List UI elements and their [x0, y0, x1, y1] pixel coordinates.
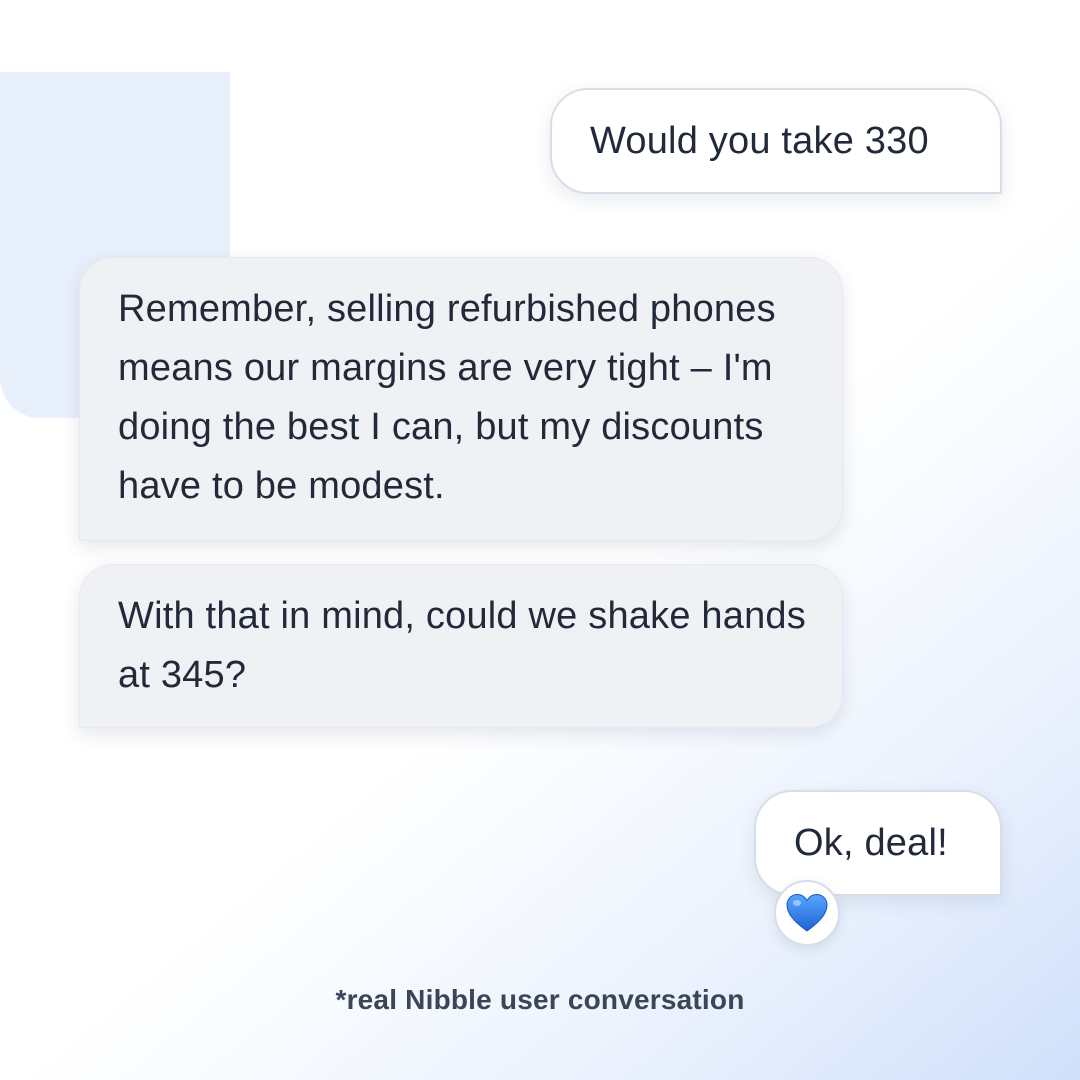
message-text: Remember, selling refurbished phones mea…	[118, 288, 776, 507]
blue-heart-icon	[786, 893, 828, 932]
footnote: *real Nibble user conversation	[335, 984, 745, 1015]
bot-message-bubble: With that in mind, could we shake hands …	[79, 564, 843, 728]
user-message-bubble: Ok, deal!	[754, 790, 1002, 896]
message-text: Ok, deal!	[794, 822, 948, 864]
bot-message-bubble: Remember, selling refurbished phones mea…	[79, 257, 843, 541]
message-text: With that in mind, could we shake hands …	[118, 595, 806, 696]
user-message-bubble: Would you take 330	[550, 88, 1002, 194]
message-text: Would you take 330	[590, 120, 929, 162]
message-reaction[interactable]	[774, 880, 840, 946]
